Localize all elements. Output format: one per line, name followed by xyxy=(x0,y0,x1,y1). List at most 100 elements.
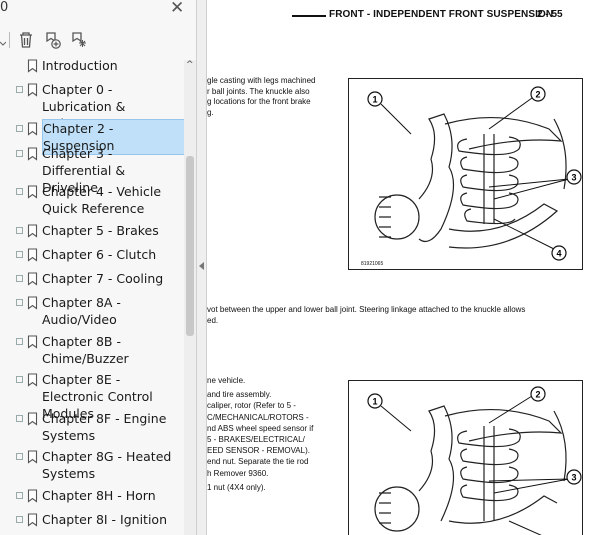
text-line: g locations for the front brake xyxy=(207,97,311,106)
bookmarks-panel: 0 ✕ Introduction Chapter 0 - Lubrication … xyxy=(0,0,197,535)
text-line: h Remover 9360. xyxy=(207,468,269,478)
bookmark-item[interactable]: Chapter 8I - Ignition xyxy=(0,511,184,532)
text-line: caliper, rotor (Refer to 5 - xyxy=(207,401,296,411)
toolbar-separator xyxy=(9,32,10,48)
text-line: ed. xyxy=(207,315,219,325)
bookmark-label[interactable]: Chapter 6 - Clutch xyxy=(42,246,184,263)
text-line: C/MECHANICAL/ROTORS - xyxy=(207,412,309,422)
bookmark-item[interactable]: Chapter 8F - Engine Systems xyxy=(0,410,184,448)
paragraph-knuckle-description: gle casting with legs machined r ball jo… xyxy=(207,76,316,118)
bookmark-icon xyxy=(27,372,38,387)
bookmark-icon xyxy=(27,146,38,161)
bookmark-icon xyxy=(27,334,38,349)
expand-icon[interactable] xyxy=(16,275,23,282)
bookmark-item[interactable]: Chapter 8H - Horn xyxy=(0,487,184,508)
panel-splitter[interactable] xyxy=(197,0,207,535)
bookmark-label[interactable]: Chapter 8B - Chime/Buzzer xyxy=(42,333,184,367)
collapse-panel-icon[interactable] xyxy=(199,262,204,270)
knuckle-illustration: 1 2 3 4 xyxy=(367,86,582,261)
bookmark-label[interactable]: Chapter 8F - Engine Systems xyxy=(42,410,184,444)
expand-icon[interactable] xyxy=(16,415,23,422)
bookmark-item[interactable]: Chapter 6 - Clutch xyxy=(0,246,184,267)
close-icon[interactable]: ✕ xyxy=(170,0,184,18)
bookmark-label[interactable]: Chapter 4 - Vehicle Quick Reference xyxy=(42,183,184,217)
text-line: 5 - BRAKES/ELECTRICAL/ xyxy=(207,435,305,445)
knuckle-illustration-2: 1 2 3 xyxy=(367,386,582,535)
bookmark-item[interactable]: Chapter 4 - Vehicle Quick Reference xyxy=(0,183,184,221)
bookmark-item[interactable]: Chapter 0 - Lubrication & Maintenance xyxy=(0,81,184,131)
expand-icon[interactable] xyxy=(16,299,23,306)
bookmark-icon xyxy=(27,449,38,464)
bookmark-icon xyxy=(27,223,38,238)
expand-icon[interactable] xyxy=(16,227,23,234)
bookmark-icon xyxy=(27,58,38,73)
expand-icon[interactable] xyxy=(16,453,23,460)
bookmark-label[interactable]: Chapter 5 - Brakes xyxy=(42,222,184,239)
page-number: 2 - 55 xyxy=(537,9,563,20)
figure-id: 81921065 xyxy=(361,261,384,267)
bookmark-icon xyxy=(27,82,38,97)
bookmark-icon xyxy=(27,295,38,310)
bookmark-label[interactable]: Introduction xyxy=(42,57,184,74)
bookmark-label[interactable]: Chapter 7 - Cooling xyxy=(42,270,184,287)
text-line: g. xyxy=(207,107,214,117)
paragraph-knuckle-pivot: vot between the upper and lower ball joi… xyxy=(207,305,525,326)
text-line: and tire assembly. xyxy=(207,390,272,400)
callout-label: 3 xyxy=(571,473,576,483)
expand-icon[interactable] xyxy=(16,86,23,93)
callout-label: 1 xyxy=(372,95,377,105)
expand-icon[interactable] xyxy=(16,188,23,195)
scrollbar-thumb[interactable] xyxy=(186,156,194,336)
bookmark-item[interactable]: Chapter 7 - Cooling xyxy=(0,270,184,291)
expand-icon[interactable] xyxy=(16,150,23,157)
callout-label: 2 xyxy=(535,390,540,400)
bookmark-item[interactable]: Introduction xyxy=(0,57,184,78)
expand-icon[interactable] xyxy=(16,338,23,345)
chevron-down-icon[interactable] xyxy=(0,32,7,46)
bookmark-icon xyxy=(27,512,38,527)
bookmark-label[interactable]: Chapter 8I - Ignition xyxy=(42,511,184,528)
text-line: vot between the upper and lower ball joi… xyxy=(207,305,526,314)
bookmark-icon xyxy=(27,488,38,503)
bookmark-item[interactable]: Chapter 8B - Chime/Buzzer xyxy=(0,333,184,371)
add-bookmark-icon[interactable] xyxy=(43,30,63,50)
bookmarks-toolbar xyxy=(0,26,196,54)
bookmark-icon xyxy=(27,121,38,136)
bookmark-item[interactable]: Chapter 8A - Audio/Video xyxy=(0,294,184,332)
text-line: r ball joints. The knuckle also xyxy=(207,86,310,96)
removal-steps: ne vehicle. and tire assembly. caliper, … xyxy=(207,375,313,493)
callout-label: 2 xyxy=(535,90,540,100)
text-line: EED SENSOR - REMOVAL). xyxy=(207,446,310,456)
figure-knuckle-2: 1 2 3 xyxy=(348,380,583,535)
expand-icon[interactable] xyxy=(16,516,23,523)
bookmark-icon xyxy=(27,271,38,286)
bookmark-item[interactable]: Chapter 2 - Suspension xyxy=(0,119,186,155)
text-line: gle casting with legs machined xyxy=(207,76,316,85)
document-page: FRONT - INDEPENDENT FRONT SUSPENSION 2 -… xyxy=(207,0,600,535)
expand-icon[interactable] xyxy=(16,251,23,258)
panel-label: 0 xyxy=(0,0,9,15)
bookmark-label[interactable]: Chapter 8A - Audio/Video xyxy=(42,294,184,328)
bookmark-item[interactable]: Chapter 8G - Heated Systems xyxy=(0,448,184,486)
bookmark-item[interactable]: Chapter 3 - Differential & Driveline xyxy=(0,145,184,195)
bookmark-icon xyxy=(27,184,38,199)
bookmark-item[interactable]: Chapter 8E - Electronic Control Modules xyxy=(0,371,184,421)
bookmark-item[interactable]: Chapter 5 - Brakes xyxy=(0,222,184,243)
text-line: ne vehicle. xyxy=(207,376,246,385)
trash-icon[interactable] xyxy=(16,30,36,50)
callout-label: 3 xyxy=(571,173,576,183)
bookmark-icon xyxy=(27,247,38,262)
callout-label: 4 xyxy=(556,249,561,259)
figure-knuckle-1: 1 2 3 4 81921065 xyxy=(348,78,583,270)
bookmark-options-icon[interactable] xyxy=(69,30,89,50)
bookmarks-scrollbar[interactable]: ^ xyxy=(184,60,196,535)
expand-icon[interactable] xyxy=(16,492,23,499)
callout-label: 1 xyxy=(372,397,377,407)
panel-header: 0 ✕ xyxy=(0,0,196,22)
scroll-up-icon[interactable]: ^ xyxy=(186,60,194,70)
expand-icon[interactable] xyxy=(16,376,23,383)
bookmark-label[interactable]: Chapter 8H - Horn xyxy=(42,487,184,504)
text-line: 1 nut (4X4 only). xyxy=(207,482,266,492)
bookmark-label[interactable]: Chapter 8G - Heated Systems xyxy=(42,448,184,482)
expand-icon[interactable] xyxy=(16,125,23,132)
